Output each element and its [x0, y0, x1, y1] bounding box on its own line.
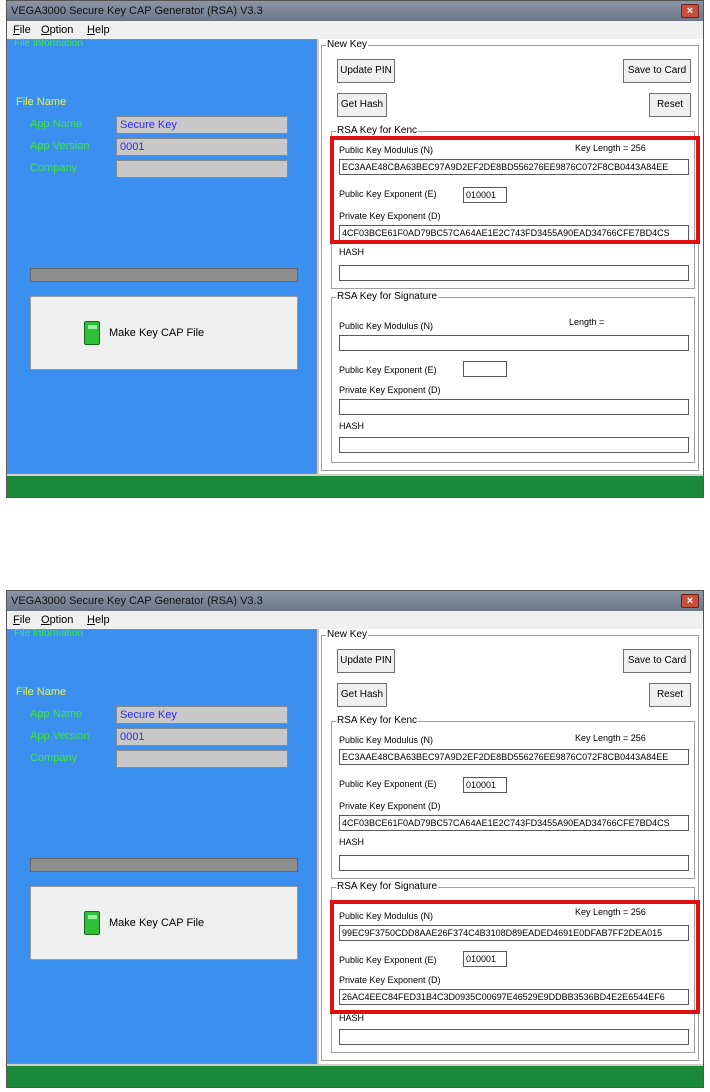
sig-hash-label: HASH — [339, 1013, 365, 1023]
menu-bar: File Option Help — [7, 611, 703, 629]
file-information-panel: File Information File Name App Name Secu… — [7, 38, 317, 474]
kenc-hash-label: HASH — [339, 247, 365, 257]
company-label: Company — [30, 162, 78, 174]
kenc-hash-field[interactable] — [339, 265, 689, 281]
menu-option[interactable]: Option — [41, 614, 73, 626]
menu-option[interactable]: Option — [41, 24, 73, 36]
kenc-exponent-field[interactable]: 010001 — [463, 777, 507, 793]
book-icon — [84, 911, 100, 935]
kenc-legend: RSA Key for Kenc — [336, 715, 419, 726]
kenc-hash-label: HASH — [339, 837, 365, 847]
sig-exponent-field[interactable] — [463, 361, 507, 377]
sig-hash-label: HASH — [339, 421, 365, 431]
file-information-legend: File Information — [14, 628, 83, 639]
app-name-label: App Name — [30, 708, 82, 720]
sig-exponent-label: Public Key Exponent (E) — [339, 365, 437, 375]
sig-private-label: Private Key Exponent (D) — [339, 385, 441, 395]
status-bar — [7, 476, 703, 497]
new-key-legend: New Key — [326, 39, 369, 50]
progress-bar — [30, 268, 298, 282]
get-hash-button[interactable]: Get Hash — [337, 683, 387, 707]
signature-legend: RSA Key for Signature — [336, 291, 439, 302]
window-title: VEGA3000 Secure Key CAP Generator (RSA) … — [11, 5, 263, 17]
app-window-1: VEGA3000 Secure Key CAP Generator (RSA) … — [6, 0, 704, 498]
reset-button[interactable]: Reset — [649, 683, 691, 707]
menu-help[interactable]: Help — [87, 24, 110, 36]
menu-help[interactable]: Help — [87, 614, 110, 626]
company-field[interactable] — [116, 160, 288, 178]
app-version-field[interactable]: 0001 — [116, 138, 288, 156]
make-key-cap-label: Make Key CAP File — [109, 327, 205, 339]
kenc-private-label: Private Key Exponent (D) — [339, 801, 441, 811]
status-bar — [7, 1066, 703, 1087]
file-name-label: File Name — [16, 686, 67, 698]
menu-file[interactable]: File — [13, 614, 31, 626]
sig-modulus-field[interactable] — [339, 335, 689, 351]
app-name-field[interactable]: Secure Key — [116, 706, 288, 724]
file-information-panel: File Information File Name App Name Secu… — [7, 628, 317, 1064]
sig-hash-field[interactable] — [339, 1029, 689, 1045]
app-version-field[interactable]: 0001 — [116, 728, 288, 746]
sig-hash-field[interactable] — [339, 437, 689, 453]
company-label: Company — [30, 752, 78, 764]
highlight-box-signature — [330, 900, 700, 1014]
app-name-field[interactable]: Secure Key — [116, 116, 288, 134]
signature-legend: RSA Key for Signature — [336, 881, 439, 892]
sig-private-field[interactable] — [339, 399, 689, 415]
app-name-label: App Name — [30, 118, 82, 130]
sig-modulus-label: Public Key Modulus (N) — [339, 321, 434, 331]
save-to-card-button[interactable]: Save to Card — [623, 649, 691, 673]
get-hash-button[interactable]: Get Hash — [337, 93, 387, 117]
window-title: VEGA3000 Secure Key CAP Generator (RSA) … — [11, 595, 263, 607]
kenc-modulus-label: Public Key Modulus (N) — [339, 735, 434, 745]
kenc-modulus-field[interactable]: EC3AAE48CBA63BEC97A9D2EF2DE8BD556276EE98… — [339, 749, 689, 765]
new-key-legend: New Key — [326, 629, 369, 640]
menu-bar: File Option Help — [7, 21, 703, 39]
reset-button[interactable]: Reset — [649, 93, 691, 117]
title-bar: VEGA3000 Secure Key CAP Generator (RSA) … — [7, 1, 703, 21]
kenc-private-field[interactable]: 4CF03BCE61F0AD79BC57CA64AE1E2C743FD3455A… — [339, 815, 689, 831]
new-key-panel: New Key Update PIN Save to Card Get Hash… — [319, 39, 703, 474]
kenc-legend: RSA Key for Kenc — [336, 125, 419, 136]
update-pin-button[interactable]: Update PIN — [337, 649, 395, 673]
highlight-box-kenc — [330, 136, 700, 244]
make-key-cap-label: Make Key CAP File — [109, 917, 205, 929]
book-icon — [84, 321, 100, 345]
make-key-cap-button[interactable]: Make Key CAP File — [30, 296, 298, 370]
save-to-card-button[interactable]: Save to Card — [623, 59, 691, 83]
app-version-label: App Version — [30, 730, 90, 742]
file-name-label: File Name — [16, 96, 67, 108]
progress-bar — [30, 858, 298, 872]
company-field[interactable] — [116, 750, 288, 768]
sig-key-length: Length = — [569, 317, 605, 327]
menu-file[interactable]: File — [13, 24, 31, 36]
make-key-cap-button[interactable]: Make Key CAP File — [30, 886, 298, 960]
title-bar: VEGA3000 Secure Key CAP Generator (RSA) … — [7, 591, 703, 611]
kenc-key-length: Key Length = 256 — [575, 733, 646, 743]
app-version-label: App Version — [30, 140, 90, 152]
close-icon[interactable]: × — [681, 4, 699, 18]
kenc-hash-field[interactable] — [339, 855, 689, 871]
kenc-exponent-label: Public Key Exponent (E) — [339, 779, 437, 789]
file-information-legend: File Information — [14, 38, 83, 49]
close-icon[interactable]: × — [681, 594, 699, 608]
update-pin-button[interactable]: Update PIN — [337, 59, 395, 83]
